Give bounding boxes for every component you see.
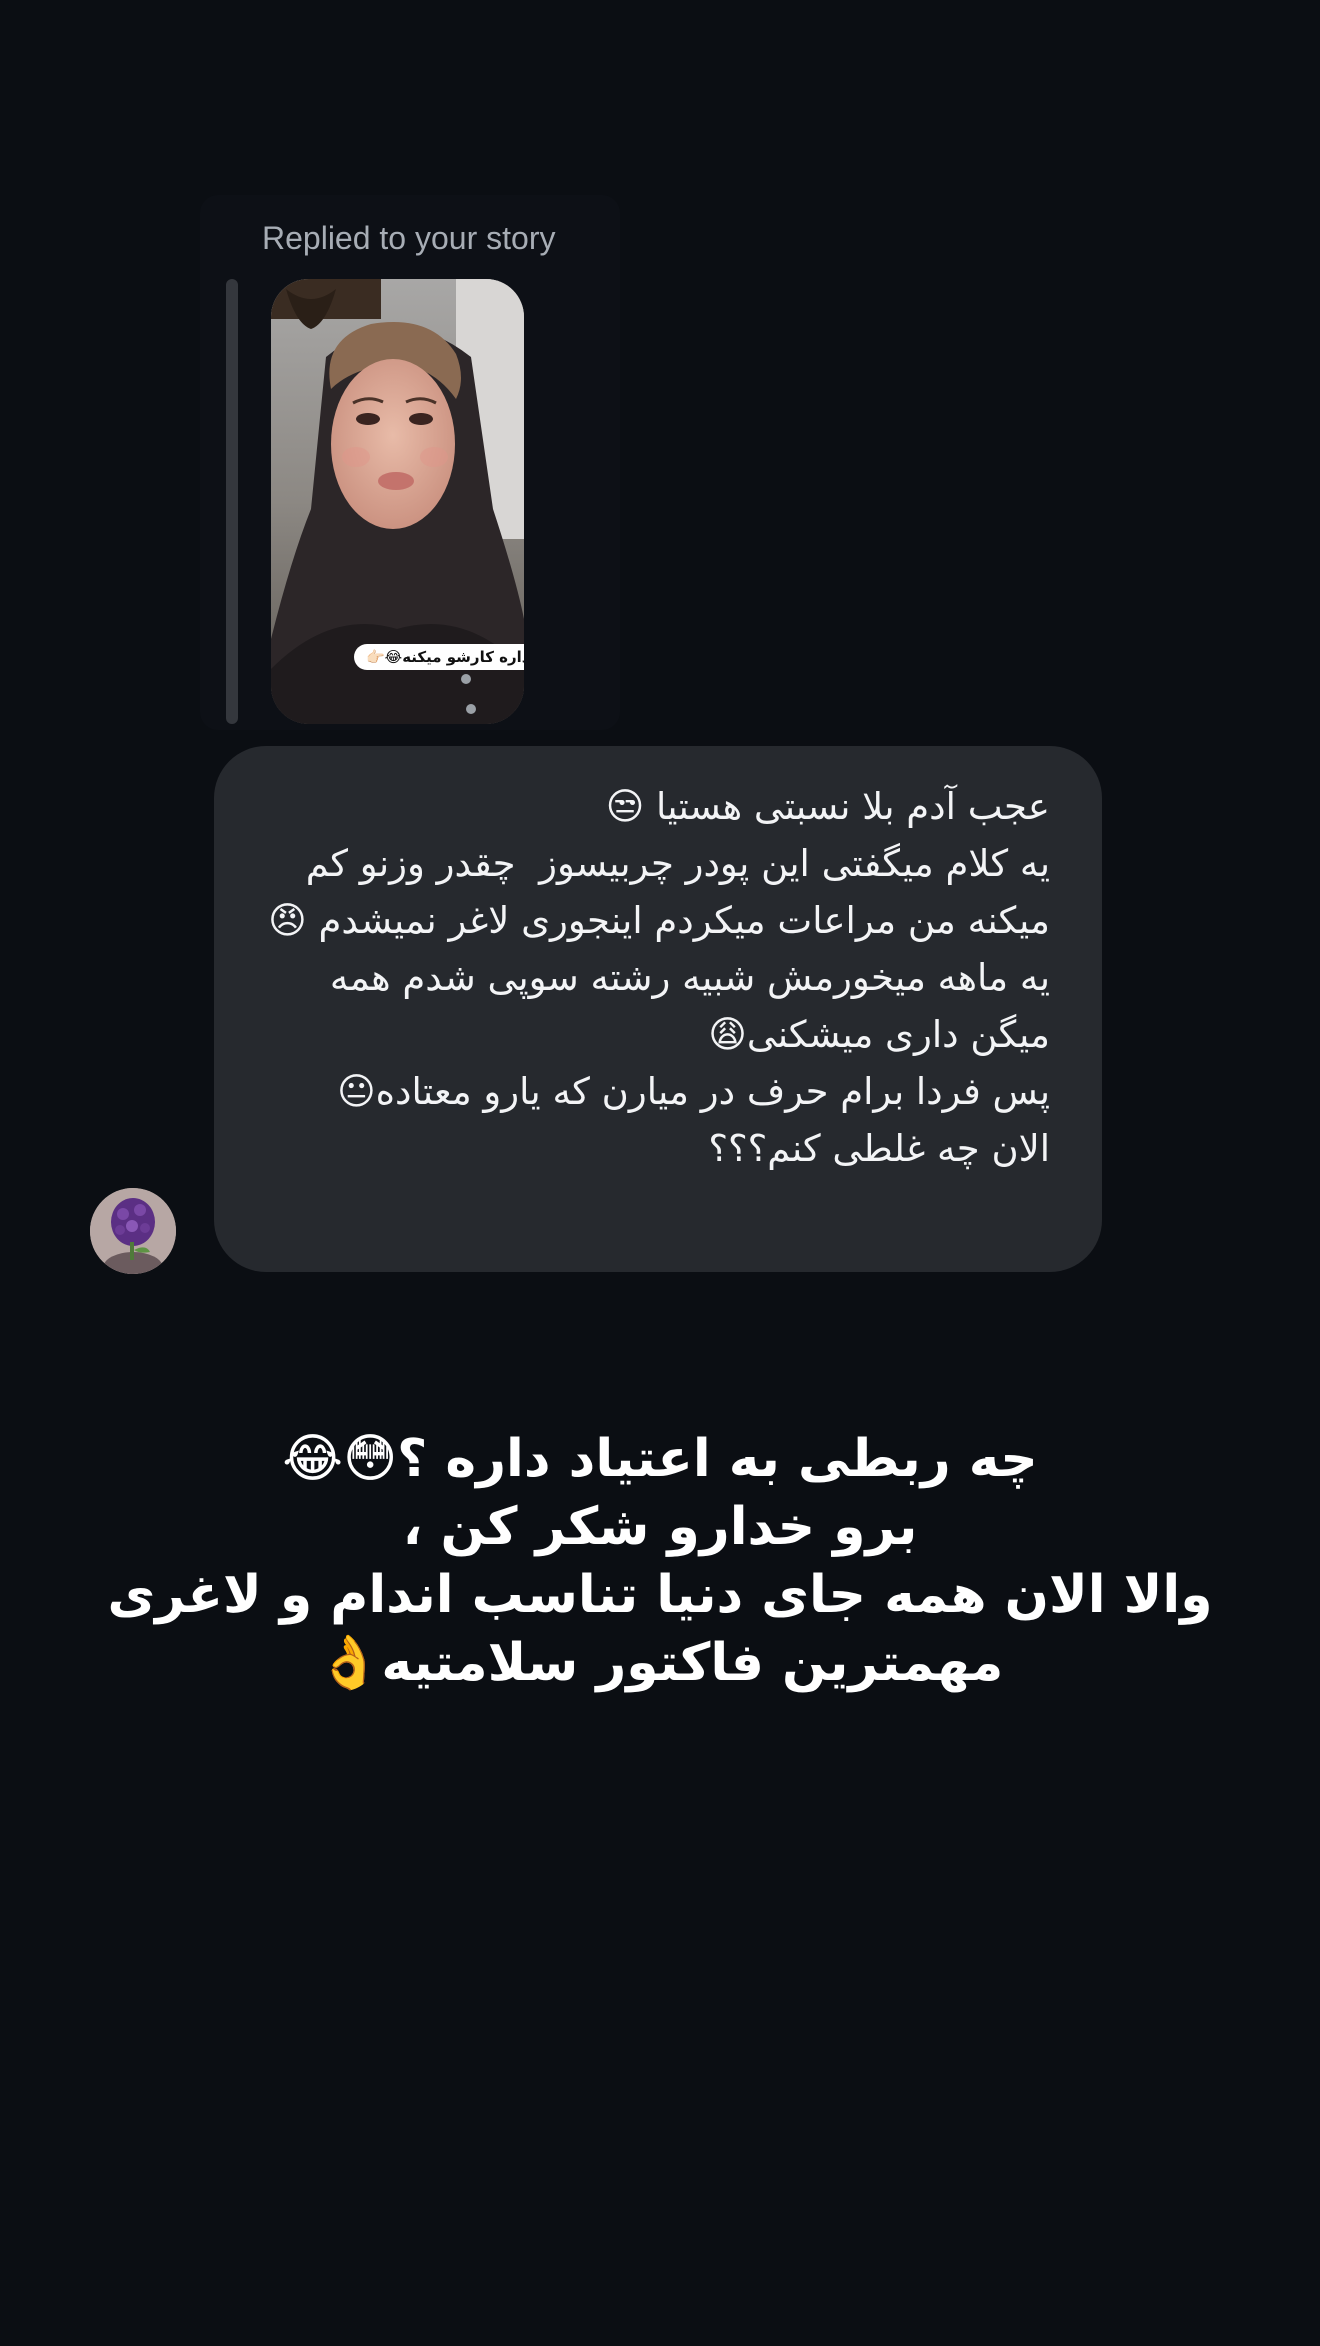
replied-to-story-label: Replied to your story [262, 220, 556, 256]
sender-avatar[interactable] [90, 1188, 176, 1274]
message-bubble[interactable]: عجب آدم بلا نسبتی هستیا 😒 یه کلام میگفتی… [214, 746, 1102, 1272]
avatar-image [90, 1188, 176, 1274]
story-thumbnail[interactable]: داره کارشو میکنه😂👉🏻 [271, 279, 524, 724]
story-caption-sticker: داره کارشو میکنه😂👉🏻 [354, 644, 524, 670]
story-overlay-text: چه ربطی به اعتیاد داره ؟😳😂 برو خدارو شکر… [107, 1429, 1213, 1693]
message-text: عجب آدم بلا نسبتی هستیا 😒 یه کلام میگفتی… [268, 785, 1050, 1170]
reply-quote-bar [226, 279, 238, 724]
